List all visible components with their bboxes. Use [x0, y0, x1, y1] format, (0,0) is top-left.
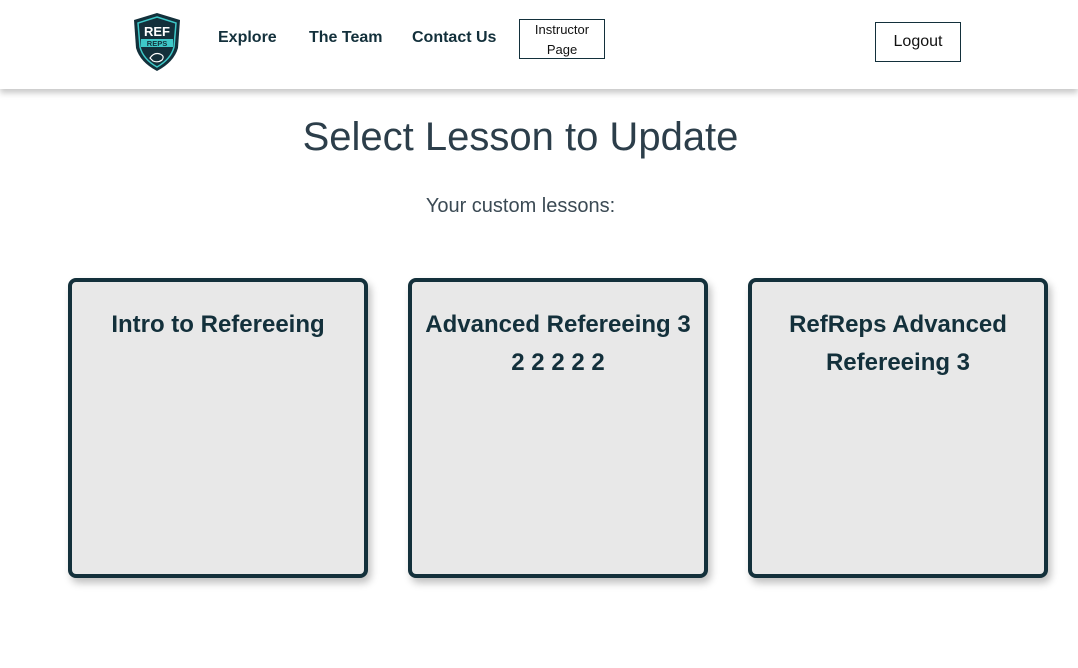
nav-team-link[interactable]: The Team: [309, 29, 383, 47]
page-title: Select Lesson to Update: [302, 115, 739, 159]
navbar: REF REPS Explore The Team Contact Us Ins…: [0, 0, 1078, 89]
nav-contact-link[interactable]: Contact Us: [412, 29, 496, 47]
instructor-button-label-line1: Instructor: [534, 22, 590, 37]
logo-text-bottom: REPS: [147, 39, 167, 48]
refreps-logo[interactable]: REF REPS: [132, 12, 182, 72]
lesson-card[interactable]: RefReps Advanced Refereeing 3: [748, 278, 1048, 578]
logout-button[interactable]: Logout: [875, 22, 961, 62]
lesson-card-title: Advanced Refereeing 3 2 2 2 2 2: [425, 311, 691, 376]
lesson-card-title: Intro to Refereeing: [111, 311, 325, 338]
nav-explore-link[interactable]: Explore: [218, 29, 277, 47]
instructor-page-button[interactable]: Instructor Page: [519, 19, 605, 59]
lesson-card[interactable]: Intro to Refereeing: [68, 278, 368, 578]
page-subtitle: Your custom lessons:: [425, 195, 616, 217]
lesson-card[interactable]: Advanced Refereeing 3 2 2 2 2 2: [408, 278, 708, 578]
logo-text-top: REF: [144, 24, 170, 39]
lesson-card-title: RefReps Advanced Refereeing 3: [789, 311, 1007, 376]
instructor-button-label-line2: Page: [546, 42, 578, 57]
